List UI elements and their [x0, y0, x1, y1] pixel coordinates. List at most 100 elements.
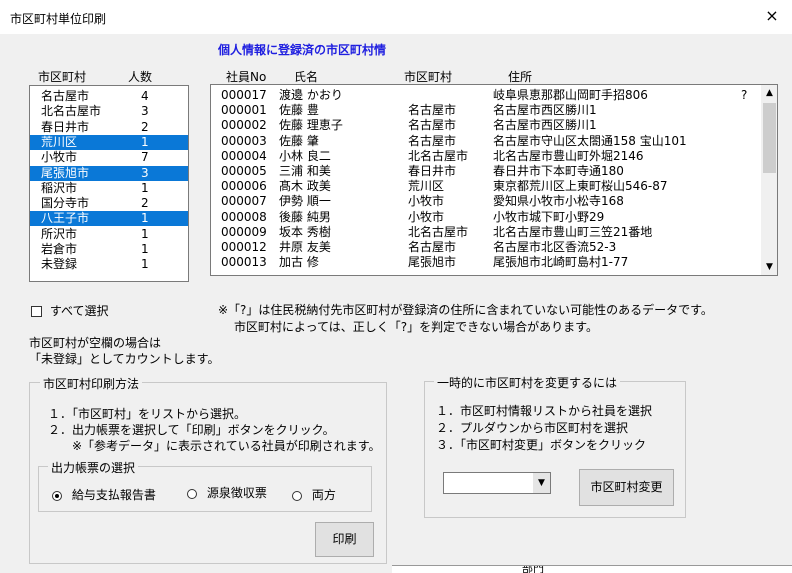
radio-icon[interactable] [292, 490, 302, 501]
employee-address: 小牧市城下町小野29 [493, 209, 605, 224]
city-list-row[interactable]: 春日井市 2 [30, 120, 188, 135]
employee-list-row[interactable]: 000005 三浦 和美 春日井市 春日井市下本町寺通180 [211, 164, 759, 179]
output-select-legend: 出力帳票の選択 [48, 459, 139, 476]
employee-address: 名古屋市北区香流52-3 [493, 240, 617, 254]
radio-icon[interactable] [187, 488, 197, 499]
city-dropdown[interactable]: ▼ [443, 472, 551, 494]
employee-no: 000012 [221, 240, 267, 254]
city-list-row[interactable]: 未登録 1 [30, 257, 188, 272]
employee-address: 岐阜県恵那郡山岡町手招806 [493, 88, 648, 102]
city-list-row[interactable]: 国分寺市 2 [30, 196, 188, 211]
employee-address: 名古屋市西区勝川1 [493, 118, 597, 133]
employee-name: 髙木 政美 [279, 179, 331, 194]
close-icon[interactable]: × [762, 6, 782, 26]
question-mark-note: ※「?」は住民税納付先市区町村が登録済の住所に含まれていない可能性のあるデータで… [218, 303, 713, 317]
city-list-row[interactable]: 北名古屋市 3 [30, 104, 188, 119]
radio-label: 源泉徴収票 [206, 486, 267, 500]
employee-listbox[interactable]: 000013 加古 修 尾張旭市 尾張旭市北崎町島村1-77 000012 井原 友美 名古… [210, 84, 778, 276]
city-list-row[interactable]: 所沢市 1 [30, 227, 188, 242]
employee-address: 東京都荒川区上東町桜山546-87 [493, 179, 668, 194]
city-list-row[interactable]: 岩倉市 1 [30, 242, 188, 257]
employee-no: 000017 [221, 88, 267, 102]
employee-name: 佐藤 肇 [279, 133, 319, 148]
radio-withholding-slip[interactable]: 源泉徴収票 [187, 484, 267, 501]
employee-city: 小牧市 [408, 209, 445, 224]
employee-no: 000002 [221, 118, 267, 133]
employee-list-row[interactable]: 000013 加古 修 尾張旭市 尾張旭市北崎町島村1-77 [211, 255, 759, 270]
title-bar [0, 0, 792, 34]
city-name: 稲沢市 [41, 180, 78, 195]
scroll-down-icon[interactable]: ▼ [761, 259, 777, 275]
radio-label: 両方 [311, 488, 336, 502]
employee-no: 000003 [221, 133, 267, 148]
city-count: 1 [141, 242, 149, 256]
employee-city: 荒川区 [408, 179, 445, 194]
employee-list-row[interactable]: 000006 髙木 政美 荒川区 東京都荒川区上東町桜山546-87 [211, 179, 759, 194]
employee-name: 渡邊 かおり [279, 88, 343, 102]
employee-address: 北名古屋市豊山町三笠21番地 [493, 224, 653, 239]
employee-list-row[interactable]: 000001 佐藤 豊 名古屋市 名古屋市西区勝川1 [211, 103, 759, 118]
employee-list-row[interactable]: 000017 渡邊 かおり 岐阜県恵那郡山岡町手招806? [211, 88, 759, 103]
city-list-row[interactable]: 小牧市 7 [30, 150, 188, 165]
radio-icon[interactable] [52, 490, 62, 501]
city-count: 1 [141, 134, 149, 149]
employee-no: 000006 [221, 179, 267, 194]
city-count: 7 [141, 150, 149, 165]
employee-city: 小牧市 [408, 194, 445, 209]
scroll-up-icon[interactable]: ▲ [761, 85, 777, 101]
city-listbox[interactable]: 名古屋市 4 北名古屋市 3 春日井市 2 荒川区 1 小牧市 7 尾張旭市 3 稲沢市 1 国分寺市 2 八王… [29, 85, 189, 282]
temp-change-legend: 一時的に市区町村を変更するには [434, 374, 621, 391]
city-name: 尾張旭市 [41, 165, 90, 180]
city-name: 未登録 [41, 257, 78, 272]
checkbox-icon[interactable] [31, 306, 42, 317]
temp-step-2: ２．プルダウンから市区町村を選択 [436, 421, 629, 435]
employee-city: 名古屋市 [408, 240, 457, 254]
change-city-button[interactable]: 市区町村変更 [579, 469, 674, 506]
employee-address: 名古屋市西区勝川1 [493, 103, 597, 118]
chevron-down-icon[interactable]: ▼ [533, 473, 550, 493]
employee-list-row[interactable]: 000004 小林 良二 北名古屋市 北名古屋市豊山町外堀2146 [211, 149, 759, 164]
employee-name: 伊勢 順一 [279, 194, 331, 209]
city-list-row[interactable]: 稲沢市 1 [30, 181, 188, 196]
employee-list-row[interactable]: 000012 井原 友美 名古屋市 名古屋市北区香流52-3 [211, 240, 759, 255]
employee-list-row[interactable]: 000007 伊勢 順一 小牧市 愛知県小牧市小松寺168 [211, 194, 759, 209]
employee-flag: ? [741, 88, 748, 102]
radio-both[interactable]: 両方 [292, 486, 336, 503]
city-count: 2 [141, 196, 149, 211]
print-button[interactable]: 印刷 [315, 522, 374, 557]
city-list-row[interactable]: 名古屋市 4 [30, 89, 188, 104]
city-list-row[interactable]: 八王子市 1 [30, 211, 188, 227]
city-name: 名古屋市 [41, 89, 90, 103]
scroll-thumb[interactable] [763, 103, 776, 173]
employee-no: 000004 [221, 148, 267, 163]
temp-step-3: ３．「市区町村変更」ボタンをクリック [436, 438, 647, 452]
select-all-checkbox[interactable]: すべて選択 [31, 302, 109, 319]
employee-city: 名古屋市 [408, 118, 457, 133]
city-count: 1 [141, 180, 149, 195]
employee-address: 愛知県小牧市小松寺168 [493, 194, 624, 209]
employee-list-scrollbar[interactable]: ▲ ▼ [761, 85, 777, 275]
employee-list-row[interactable]: 000009 坂本 秀樹 北名古屋市 北名古屋市豊山町三笠21番地 [211, 225, 759, 240]
employee-list-row[interactable]: 000003 佐藤 肇 名古屋市 名古屋市守山区太閤通158 宝山101 [211, 134, 759, 149]
city-count: 1 [141, 257, 149, 272]
city-count: 3 [141, 165, 149, 180]
employee-no: 000013 [221, 255, 267, 270]
employee-name: 坂本 秀樹 [279, 224, 331, 239]
city-name: 荒川区 [41, 134, 78, 149]
city-list-row[interactable]: 尾張旭市 3 [30, 165, 188, 181]
radio-payment-report[interactable]: 給与支払報告書 [52, 486, 156, 503]
city-list-row[interactable]: 荒川区 1 [30, 134, 188, 150]
city-count: 1 [141, 211, 149, 226]
print-step-2: ２．出力帳票を選択して「印刷」ボタンをクリック。 [48, 423, 335, 437]
city-count: 1 [141, 226, 149, 241]
employee-address: 春日井市下本町寺通180 [493, 164, 624, 178]
employee-list-row[interactable]: 000002 佐藤 理恵子 名古屋市 名古屋市西区勝川1 [211, 118, 759, 133]
city-count: 2 [141, 119, 149, 134]
city-name: 北名古屋市 [41, 104, 102, 119]
employee-name: 佐藤 豊 [279, 103, 319, 118]
employee-name: 小林 良二 [279, 148, 331, 163]
blank-city-note-2: 「未登録」としてカウントします。 [29, 352, 220, 366]
employee-name: 三浦 和美 [279, 164, 331, 178]
employee-list-row[interactable]: 000008 後藤 純男 小牧市 小牧市城下町小野29 [211, 210, 759, 225]
print-step-1: １．「市区町村」をリストから選択。 [48, 407, 247, 421]
